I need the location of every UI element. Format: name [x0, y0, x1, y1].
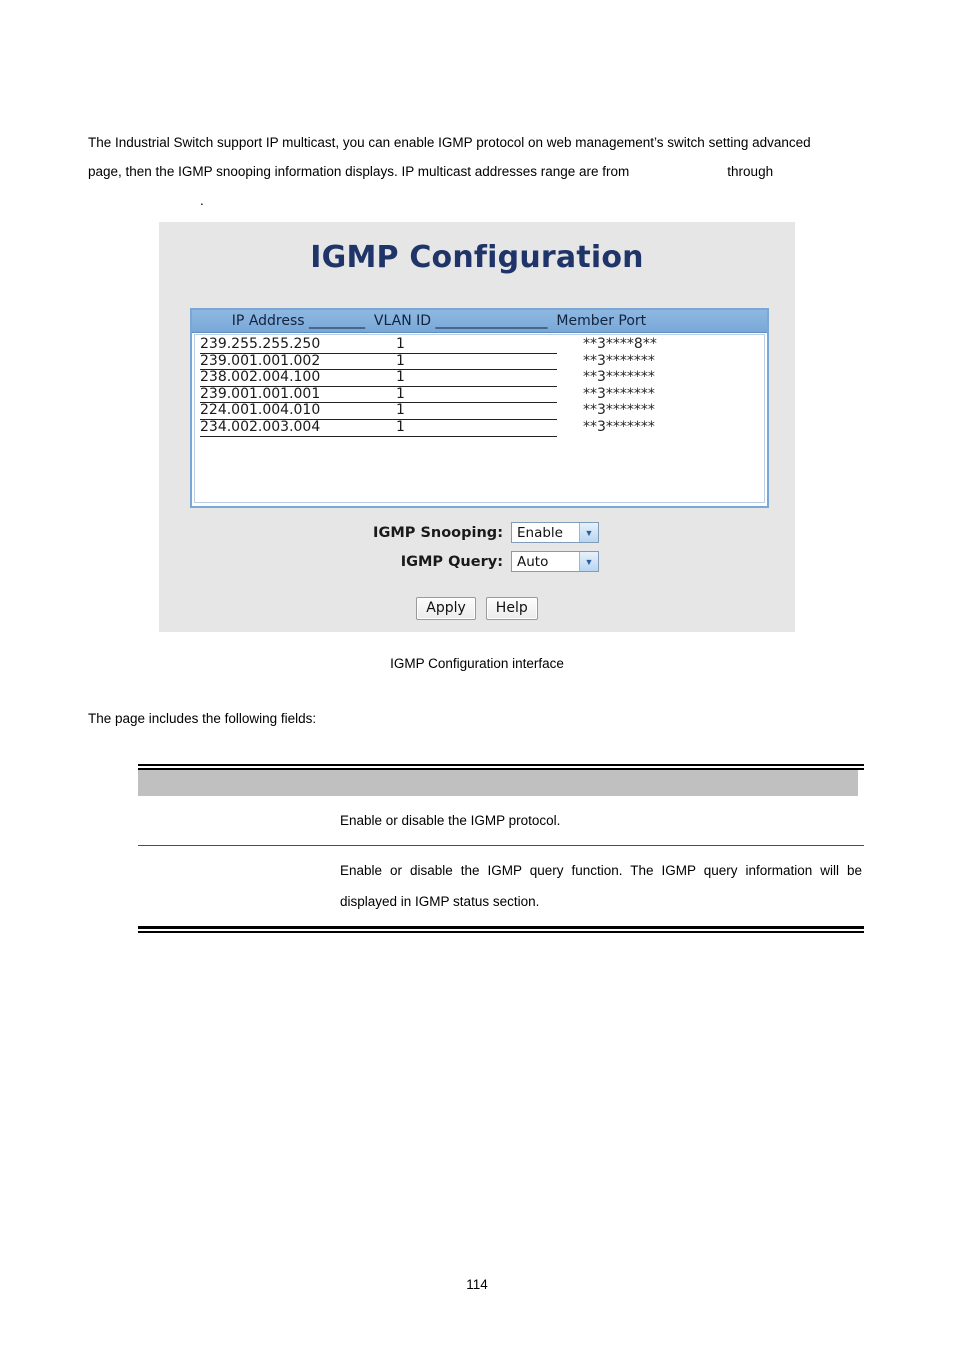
chevron-down-icon[interactable]: ▼: [579, 552, 598, 571]
fields-lead-in: The page includes the following fields:: [88, 711, 317, 726]
intro-line-2: page, then the IGMP snooping information…: [88, 157, 868, 186]
cell-member-port: **3*******: [583, 402, 655, 419]
table-row[interactable]: 238.002.004.100 1 **3*******: [200, 370, 764, 387]
chevron-down-icon[interactable]: ▼: [579, 523, 598, 542]
igmp-group-listbox[interactable]: IP Address ________ VLAN ID ____________…: [190, 308, 769, 508]
cell-vlan-id: 1: [396, 403, 557, 420]
cell-ip-address: 238.002.004.100: [200, 370, 396, 387]
cell-vlan-id: 1: [396, 419, 557, 437]
table-row: Enable or disable the IGMP protocol.: [138, 796, 864, 845]
table-header-description: [340, 770, 850, 796]
intro-line-2-part-a: page, then the IGMP snooping information…: [88, 164, 630, 179]
cell-member-port: **3*******: [583, 352, 655, 369]
field-description: Enable or disable the IGMP query functio…: [334, 846, 864, 926]
igmp-configuration-screenshot: IGMP Configuration IP Address ________ V…: [159, 222, 795, 632]
cell-vlan-id: 1: [396, 370, 557, 387]
igmp-query-select[interactable]: Auto ▼: [511, 551, 599, 572]
table-bottom-rule-2: [138, 931, 864, 933]
apply-button[interactable]: Apply: [416, 597, 476, 620]
table-header-object: [144, 770, 334, 796]
igmp-query-label: IGMP Query:: [400, 553, 503, 570]
listbox-column-header: IP Address ________ VLAN ID ____________…: [192, 310, 767, 333]
intro-line-2-part-b: through: [727, 164, 774, 179]
field-description-line: Enable or disable the IGMP protocol.: [340, 813, 561, 828]
table-row: Enable or disable the IGMP query functio…: [138, 846, 864, 926]
figure-caption: IGMP Configuration interface: [390, 656, 564, 671]
igmp-snooping-label: IGMP Snooping:: [373, 524, 503, 541]
table-row[interactable]: 239.255.255.250 1 **3****8**: [200, 336, 764, 354]
intro-line-3: .: [200, 193, 204, 208]
igmp-snooping-row: IGMP Snooping: Enable ▼: [159, 518, 795, 547]
field-name: [138, 846, 334, 872]
cell-member-port: **3*******: [583, 385, 655, 402]
igmp-settings-form: IGMP Snooping: Enable ▼ IGMP Query: Auto…: [159, 518, 795, 576]
field-description-line: Enable or disable the IGMP query functio…: [340, 863, 862, 878]
igmp-query-value: Auto: [517, 553, 549, 570]
intro-line-1: The Industrial Switch support IP multica…: [88, 135, 811, 150]
page-number: 114: [466, 1277, 488, 1292]
cell-ip-address: 239.001.001.001: [200, 386, 396, 404]
table-row[interactable]: 239.001.001.001 1 **3*******: [200, 385, 764, 404]
listbox-rows[interactable]: 239.255.255.250 1 **3****8** 239.001.001.0…: [194, 334, 765, 503]
cell-member-port: **3*******: [583, 369, 655, 386]
igmp-query-row: IGMP Query: Auto ▼: [159, 547, 795, 576]
cell-ip-address: 239.001.001.002: [200, 353, 396, 371]
field-name: [138, 796, 334, 822]
table-row[interactable]: 239.001.001.002 1 **3*******: [200, 352, 764, 371]
cell-vlan-id: 1: [396, 386, 557, 404]
table-row[interactable]: 224.001.004.010 1 **3*******: [200, 403, 764, 420]
page-title: IGMP Configuration: [310, 240, 644, 275]
fields-table: Enable or disable the IGMP protocol. Ena…: [138, 764, 864, 933]
header-band-notch: [858, 770, 864, 796]
igmp-snooping-select[interactable]: Enable ▼: [511, 522, 599, 543]
cell-ip-address: 224.001.004.010: [200, 403, 396, 420]
cell-member-port: **3*******: [583, 418, 655, 435]
cell-ip-address: 239.255.255.250: [200, 336, 396, 354]
igmp-snooping-value: Enable: [517, 524, 563, 541]
cell-member-port: **3****8**: [583, 336, 657, 352]
intro-paragraph: The Industrial Switch support IP multica…: [88, 128, 868, 215]
cell-vlan-id: 1: [396, 353, 557, 371]
cell-vlan-id: 1: [396, 336, 557, 354]
table-header-row: [138, 770, 864, 796]
help-button[interactable]: Help: [485, 597, 538, 620]
cell-ip-address: 234.002.003.004: [200, 419, 396, 437]
field-description-line: displayed in IGMP status section.: [340, 894, 540, 909]
field-description: Enable or disable the IGMP protocol.: [334, 796, 864, 845]
table-row[interactable]: 234.002.003.004 1 **3*******: [200, 418, 764, 437]
action-buttons: Apply Help: [159, 597, 795, 620]
